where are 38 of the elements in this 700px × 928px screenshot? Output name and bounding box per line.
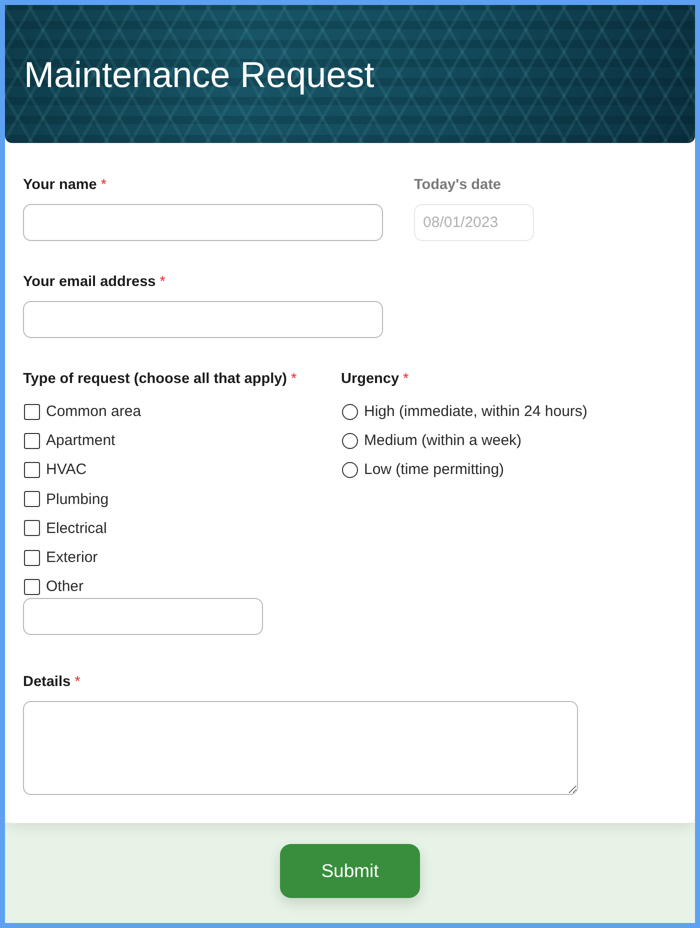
checkbox[interactable] — [24, 462, 40, 478]
date-field: 08/01/2023 — [414, 204, 534, 241]
field-label: Urgency — [341, 370, 400, 388]
radio-button[interactable] — [342, 462, 358, 478]
option-label: High (immediate, within 24 hours) — [364, 403, 588, 420]
option-label: Plumbing — [46, 490, 109, 508]
textarea-field[interactable] — [23, 701, 578, 796]
field-label: Type of request (choose all that apply) — [23, 370, 287, 388]
required-mark: * — [403, 370, 409, 388]
field-label: Your name — [23, 176, 97, 194]
checkbox[interactable] — [24, 404, 40, 420]
field-label: Your email address — [23, 273, 156, 291]
option-label: Other — [46, 578, 84, 596]
checkbox[interactable] — [24, 578, 40, 595]
checkbox[interactable] — [24, 550, 40, 566]
required-mark: * — [160, 273, 166, 291]
option-label: Electrical — [46, 520, 107, 537]
option-label: Exterior — [46, 549, 98, 566]
option-label: Low (time permitting) — [364, 461, 504, 478]
form-title: Maintenance Request — [24, 53, 374, 97]
input-field[interactable] — [23, 598, 263, 636]
checkbox[interactable] — [24, 491, 40, 508]
required-mark: * — [74, 673, 80, 692]
radio-button[interactable] — [342, 432, 358, 449]
input-field[interactable] — [23, 204, 383, 241]
required-mark: * — [100, 176, 107, 194]
option-label: Medium (within a week) — [364, 432, 522, 450]
required-mark: * — [291, 370, 297, 388]
checkbox[interactable] — [24, 432, 40, 449]
field-label: Today's date — [414, 176, 501, 194]
submit-button[interactable]: Submit — [280, 844, 420, 898]
input-field[interactable] — [23, 301, 383, 338]
option-label: Common area — [46, 403, 142, 420]
checkbox[interactable] — [24, 520, 40, 536]
option-label: HVAC — [46, 461, 87, 478]
option-label: Apartment — [46, 432, 116, 450]
radio-button[interactable] — [342, 404, 358, 420]
field-label: Details — [23, 673, 71, 692]
